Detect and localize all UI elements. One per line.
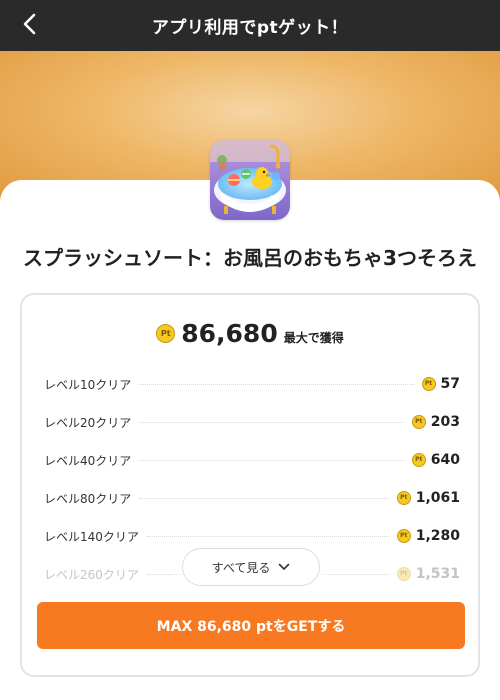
- reward-points: Pt 1,280: [396, 528, 460, 544]
- get-points-button[interactable]: MAX 86,680 ptをGETする: [37, 602, 465, 649]
- reward-card: Pt 86,680 最大で獲得 レベル10クリア Pt 57 レベル20クリア …: [20, 293, 480, 677]
- reward-points: Pt 57: [421, 376, 460, 392]
- total-points-suffix: 最大で獲得: [283, 331, 344, 345]
- point-coin-icon: Pt: [396, 529, 411, 543]
- list-item: レベル10クリア Pt 57: [44, 365, 460, 403]
- reward-points-value: 203: [430, 414, 460, 430]
- reward-points-value: 1,280: [415, 528, 460, 544]
- reward-points-value: 1,061: [415, 490, 460, 506]
- leader-dots: [146, 535, 389, 537]
- reward-label: レベル260クリア: [44, 567, 139, 582]
- back-button[interactable]: [16, 12, 44, 40]
- reward-points: Pt 203: [411, 414, 460, 430]
- reward-label: レベル80クリア: [44, 491, 132, 506]
- chevron-left-icon: [21, 13, 39, 39]
- point-coin-icon: Pt: [396, 567, 411, 581]
- total-points: Pt 86,680 最大で獲得: [22, 319, 478, 348]
- total-points-value: 86,680: [181, 319, 278, 348]
- reward-points-value: 640: [430, 452, 460, 468]
- list-item: レベル40クリア Pt 640: [44, 441, 460, 479]
- reward-label: レベル20クリア: [44, 415, 132, 430]
- see-all-label: すべて見る: [211, 560, 271, 575]
- leader-dots: [139, 383, 414, 385]
- page-title: アプリ利用でptゲット！: [151, 18, 349, 38]
- point-coin-icon: Pt: [396, 491, 411, 505]
- reward-points-value: 1,531: [415, 566, 460, 582]
- app-icon: [210, 140, 290, 220]
- top-bar: アプリ利用でptゲット！: [0, 0, 500, 51]
- list-item: レベル80クリア Pt 1,061: [44, 479, 460, 517]
- leader-dots: [139, 459, 404, 461]
- reward-label: レベル140クリア: [44, 529, 139, 544]
- point-coin-icon: Pt: [421, 377, 436, 391]
- chevron-down-icon: [278, 560, 290, 574]
- app-title: スプラッシュソート：お風呂のおもちゃ3つそろえ: [23, 246, 477, 270]
- reward-points-value: 57: [440, 376, 460, 392]
- reward-label: レベル10クリア: [44, 377, 132, 392]
- point-coin-icon: Pt: [411, 453, 426, 467]
- reward-points: Pt 640: [411, 452, 460, 468]
- reward-label: レベル40クリア: [44, 453, 132, 468]
- list-item: レベル20クリア Pt 203: [44, 403, 460, 441]
- reward-points: Pt 1,061: [396, 490, 460, 506]
- point-coin-icon: Pt: [411, 415, 426, 429]
- see-all-button[interactable]: すべて見る: [182, 548, 320, 586]
- point-coin-icon: Pt: [156, 324, 176, 343]
- leader-dots: [139, 497, 389, 499]
- reward-points: Pt 1,531: [396, 566, 460, 582]
- leader-dots: [139, 421, 404, 423]
